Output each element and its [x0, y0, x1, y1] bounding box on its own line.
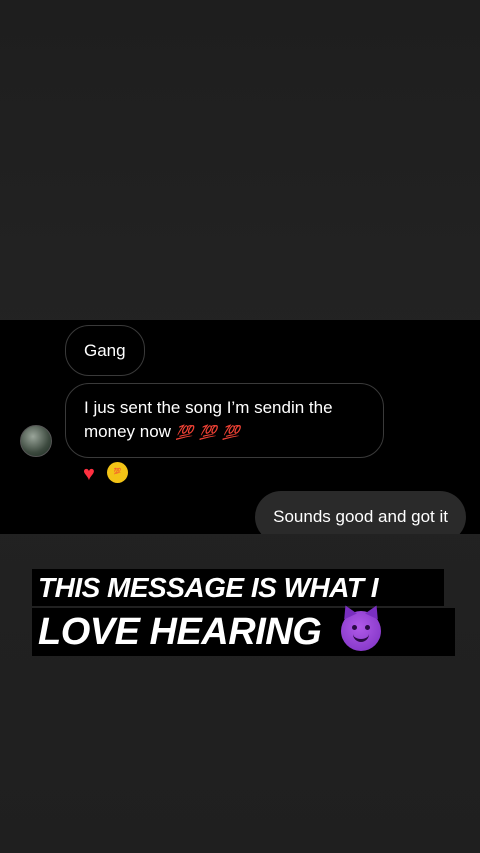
caption-line-2: LOVE HEARING — [32, 608, 455, 656]
message-bubble-gang: Gang — [65, 325, 145, 376]
avatar[interactable] — [20, 425, 52, 457]
message-bubble-song: I jus sent the song I’m sendin the money… — [65, 383, 384, 458]
message-text: Sounds good and got it — [273, 507, 448, 526]
message-bubble-outgoing: Sounds good and got it — [255, 491, 466, 534]
dm-screenshot: Gang I jus sent the song I’m sendin the … — [0, 320, 480, 534]
message-text: Gang — [84, 341, 126, 360]
caption-line-2-text: LOVE HEARING — [38, 611, 322, 653]
caption-line-1: THIS MESSAGE IS WHAT I — [32, 569, 444, 606]
sticker-icon: 💯 — [107, 462, 128, 483]
smiling-devil-icon — [341, 610, 382, 651]
hundred-emoji: 💯 💯 💯 — [175, 424, 241, 440]
heart-icon: ♥ — [83, 463, 95, 485]
